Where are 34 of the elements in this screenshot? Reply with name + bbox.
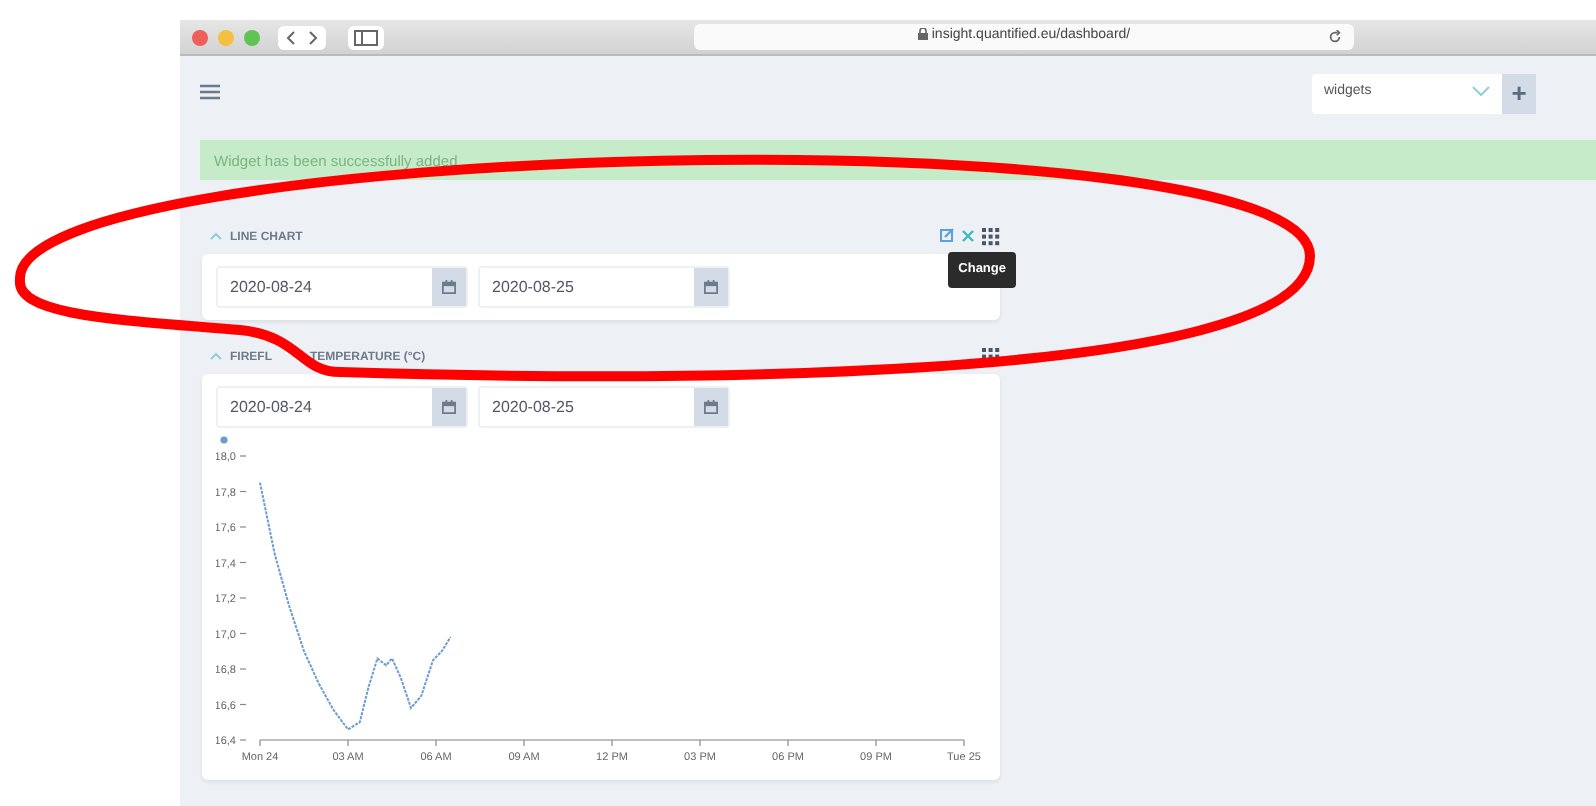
- x-tick-mark: [347, 739, 349, 747]
- y-tick-mark: [239, 632, 247, 635]
- calendar-icon[interactable]: [694, 388, 728, 426]
- x-tick-mark: [875, 739, 877, 747]
- x-tick-mark: [435, 739, 437, 747]
- date-field[interactable]: 2020-08-24: [216, 266, 468, 308]
- y-tick-mark: [239, 597, 247, 599]
- x-tick-mark: [699, 739, 701, 747]
- back-forward-buttons[interactable]: [278, 25, 326, 49]
- y-tick-mark: [239, 455, 247, 457]
- x-tick-mark: [611, 739, 613, 747]
- date-field[interactable]: 2020-08-25: [478, 386, 730, 428]
- date-field[interactable]: 2020-08-24: [216, 386, 468, 428]
- y-tick-mark: [239, 668, 247, 670]
- edit-icon[interactable]: [940, 228, 954, 248]
- close-window-icon[interactable]: [192, 29, 208, 45]
- y-tick-mark: [239, 526, 247, 528]
- x-tick-mark: [963, 739, 965, 747]
- grid-icon[interactable]: [982, 227, 1000, 249]
- date-field[interactable]: 2020-08-25: [478, 266, 730, 308]
- maximize-window-icon[interactable]: [244, 29, 260, 45]
- x-tick-mark: [259, 739, 261, 747]
- calendar-icon[interactable]: [432, 268, 466, 306]
- calendar-icon[interactable]: [432, 388, 466, 426]
- y-tick-mark: [239, 561, 247, 564]
- y-tick-mark: [239, 703, 247, 706]
- add-widget-button[interactable]: +: [1502, 73, 1536, 113]
- y-tick-mark: [239, 739, 247, 741]
- close-icon[interactable]: [962, 228, 974, 247]
- calendar-icon[interactable]: [694, 268, 728, 306]
- x-tick-mark: [787, 739, 789, 747]
- y-tick-mark: [239, 490, 247, 493]
- sidebar-toggle-icon[interactable]: [348, 25, 384, 49]
- x-tick-mark: [523, 739, 525, 747]
